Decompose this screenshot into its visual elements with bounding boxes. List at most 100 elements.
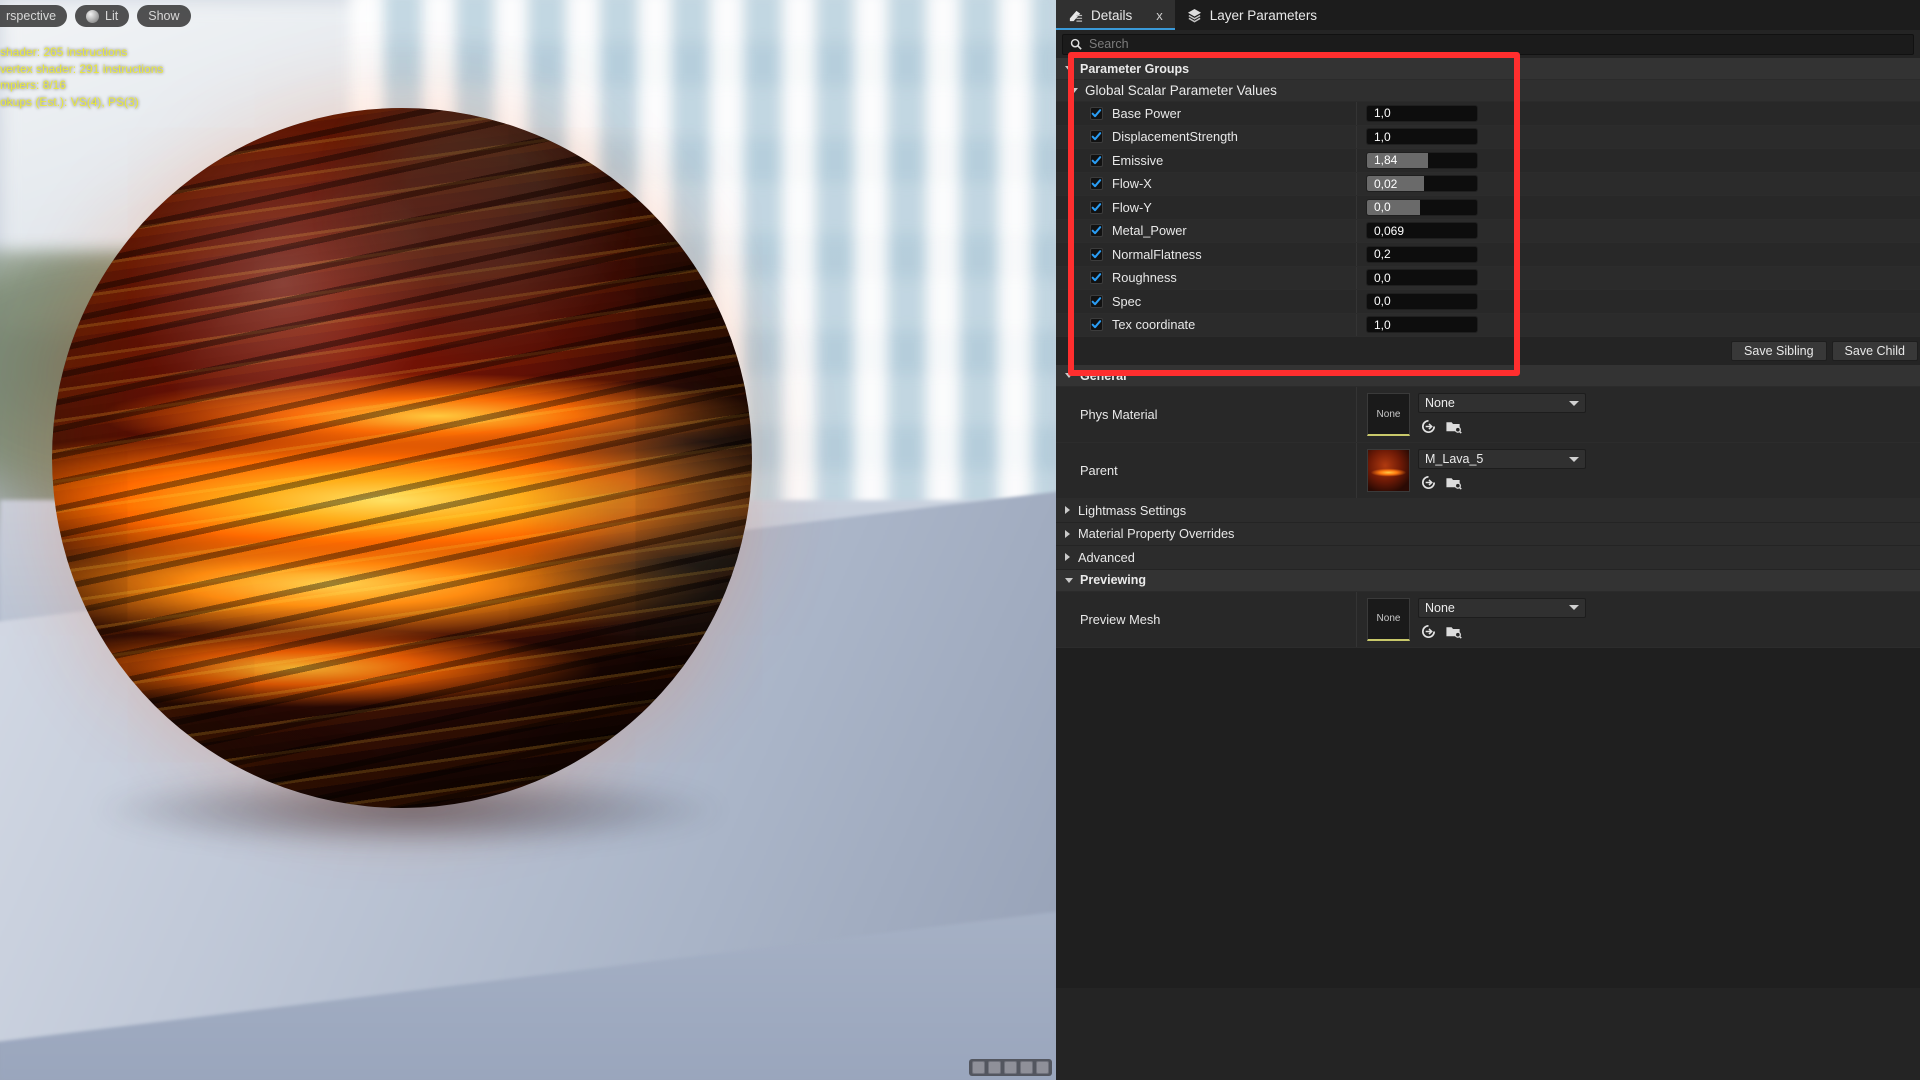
viewport-mini-icon[interactable] [1020,1061,1033,1074]
asset-thumbnail[interactable] [1367,449,1410,492]
parameter-checkbox[interactable] [1090,130,1103,144]
viewport-perspective-button[interactable]: rspective [0,5,68,27]
viewport-mini-icon[interactable] [1004,1061,1017,1074]
parameter-label: NormalFlatness [1112,246,1202,262]
parameter-checkbox[interactable] [1090,294,1103,308]
parameter-rows: Base Power 1,0 DisplacementStrength 1,0 Emis… [1056,102,1920,337]
viewport-mini-icon[interactable] [988,1061,1001,1074]
browse-to-asset-icon[interactable] [1420,474,1437,491]
parameter-value-cell: 1,0 [1356,102,1920,125]
chevron-down-icon [1569,456,1579,462]
chevron-right-icon [1065,506,1070,515]
search-input[interactable]: Search [1062,33,1914,55]
parameter-checkbox[interactable] [1090,177,1103,191]
asset-controls: None [1418,393,1586,435]
browse-to-asset-icon[interactable] [1420,418,1437,435]
parameter-label: Metal_Power [1112,223,1187,239]
search-icon [1070,38,1082,50]
parameter-value-input[interactable]: 1,0 [1366,316,1478,334]
viewport-mini-icon[interactable] [972,1061,985,1074]
parameter-value-input[interactable]: 0,2 [1366,245,1478,263]
parameter-value-cell: 0,0 [1356,290,1920,313]
panel-tabstrip: Details x Layer Parameters [1056,0,1920,30]
parameter-value-text: 1,0 [1374,129,1391,144]
parameter-value-input[interactable]: 0,0 [1366,292,1478,310]
chevron-down-icon [1065,577,1073,583]
tab-details-close-icon[interactable]: x [1156,8,1163,23]
use-selected-asset-icon[interactable] [1445,418,1462,435]
parameter-row: Roughness 0,0 [1056,266,1920,290]
collapsed-section-0[interactable]: Lightmass Settings [1056,499,1920,523]
section-general[interactable]: General [1056,365,1920,387]
parameter-label: Flow-Y [1112,199,1152,215]
save-sibling-button[interactable]: Save Sibling [1731,341,1827,361]
parameter-name-cell: DisplacementStrength [1056,129,1356,144]
parameter-value-input[interactable]: 1,0 [1366,128,1478,146]
parameter-label: Tex coordinate [1112,317,1196,333]
parameter-checkbox[interactable] [1090,247,1103,261]
parameter-checkbox[interactable] [1090,224,1103,238]
parameter-value-cell: 1,0 [1356,125,1920,148]
panel-empty-area [1056,647,1920,988]
asset-combo-value: None [1425,600,1455,615]
parameter-checkbox[interactable] [1090,318,1103,332]
asset-combo-box[interactable]: None [1418,597,1586,618]
parameter-name-cell: Flow-X [1056,176,1356,191]
parameter-row: Metal_Power 0,069 [1056,219,1920,243]
parameter-value-input[interactable]: 0,0 [1366,198,1478,216]
collapsed-section-label: Material Property Overrides [1078,526,1235,542]
viewport-3d[interactable]: rspective Lit Show shader: 265 instructi… [0,0,1056,1080]
asset-property-row: Parent M_Lava_5 [1056,443,1920,499]
chevron-right-icon [1065,529,1070,538]
browse-to-asset-icon[interactable] [1420,623,1437,640]
section-parameter-groups[interactable]: Parameter Groups [1056,58,1920,80]
parameter-value-input[interactable]: 0,069 [1366,222,1478,240]
parameter-value-input[interactable]: 0,0 [1366,269,1478,287]
chevron-right-icon [1065,553,1070,562]
parameter-value-cell: 0,0 [1356,266,1920,289]
tab-layer-parameters-label: Layer Parameters [1209,7,1318,23]
parameter-label: DisplacementStrength [1112,129,1238,145]
save-child-button[interactable]: Save Child [1831,341,1918,361]
viewport-show-button[interactable]: Show [137,5,191,27]
parameter-value-cell: 0,2 [1356,243,1920,266]
asset-thumbnail-label: None [1376,408,1401,420]
parameter-checkbox[interactable] [1090,200,1103,214]
details-panel: Details x Layer Parameters Search Parame… [1056,0,1920,1080]
parameter-checkbox[interactable] [1090,271,1103,285]
parameter-value-input[interactable]: 1,0 [1366,104,1478,122]
asset-controls: M_Lava_5 [1418,449,1586,491]
parameter-name-cell: Tex coordinate [1056,317,1356,332]
tab-details[interactable]: Details x [1056,0,1175,30]
lit-sphere-icon [86,9,100,23]
parameter-value-text: 0,069 [1374,223,1405,238]
lava-preview-sphere[interactable] [52,108,752,808]
parameter-value-text: 1,0 [1374,317,1391,332]
parameter-row: NormalFlatness 0,2 [1056,243,1920,267]
save-buttons-row: Save Sibling Save Child [1056,337,1920,365]
asset-thumbnail-label: None [1376,613,1401,624]
parameter-value-text: 0,0 [1374,200,1391,215]
viewport-mini-icon[interactable] [1036,1061,1049,1074]
use-selected-asset-icon[interactable] [1445,474,1462,491]
section-parameter-groups-label: Parameter Groups [1080,61,1190,76]
asset-thumbnail[interactable]: None [1367,597,1410,641]
asset-combo-box[interactable]: None [1418,393,1586,413]
parameter-checkbox[interactable] [1090,106,1103,120]
section-previewing[interactable]: Previewing [1056,569,1920,592]
parameter-checkbox[interactable] [1090,153,1103,167]
section-global-scalar-parameter-values[interactable]: Global Scalar Parameter Values [1056,80,1920,102]
asset-combo-box[interactable]: M_Lava_5 [1418,449,1586,469]
use-selected-asset-icon[interactable] [1445,623,1462,640]
viewport-lit-button[interactable]: Lit [75,5,130,27]
collapsed-section-2[interactable]: Advanced [1056,546,1920,570]
stats-line: okups (Est.): VS(4), PS(3) [0,94,139,109]
viewport-bottom-toolbar[interactable] [969,1059,1052,1076]
tab-layer-parameters[interactable]: Layer Parameters [1175,0,1329,30]
collapsed-section-1[interactable]: Material Property Overrides [1056,522,1920,546]
asset-thumbnail[interactable]: None [1367,393,1410,436]
stats-line: shader: 265 instructions [0,45,128,59]
parameter-value-input[interactable]: 1,84 [1366,151,1478,169]
parameter-value-input[interactable]: 0,02 [1366,175,1478,193]
parameter-row: Tex coordinate 1,0 [1056,313,1920,337]
